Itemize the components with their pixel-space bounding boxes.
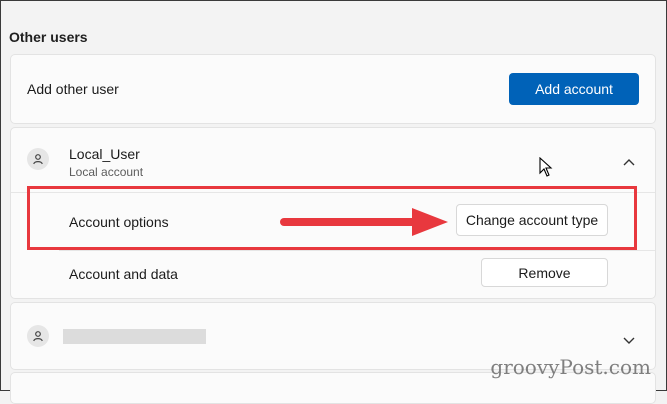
- chevron-up-icon[interactable]: [623, 153, 635, 171]
- person-icon: [27, 325, 49, 347]
- mouse-cursor-icon: [539, 156, 553, 182]
- add-user-label: Add other user: [27, 81, 119, 97]
- user-account-type: Local account: [69, 165, 144, 179]
- user-card-header[interactable]: Local_User Local account: [11, 128, 655, 192]
- red-arrow: [280, 205, 450, 244]
- account-and-data-label: Account and data: [69, 266, 178, 282]
- chevron-down-icon[interactable]: [623, 332, 635, 350]
- section-title: Other users: [9, 29, 88, 45]
- add-account-button[interactable]: Add account: [509, 73, 639, 105]
- redacted-username: [63, 329, 206, 344]
- add-user-card: Add other user Add account: [10, 54, 656, 124]
- remove-button[interactable]: Remove: [481, 258, 608, 287]
- user-name: Local_User: [69, 146, 140, 162]
- watermark: groovyPost.com: [490, 355, 651, 379]
- divider: [59, 250, 655, 251]
- person-icon: [27, 148, 49, 170]
